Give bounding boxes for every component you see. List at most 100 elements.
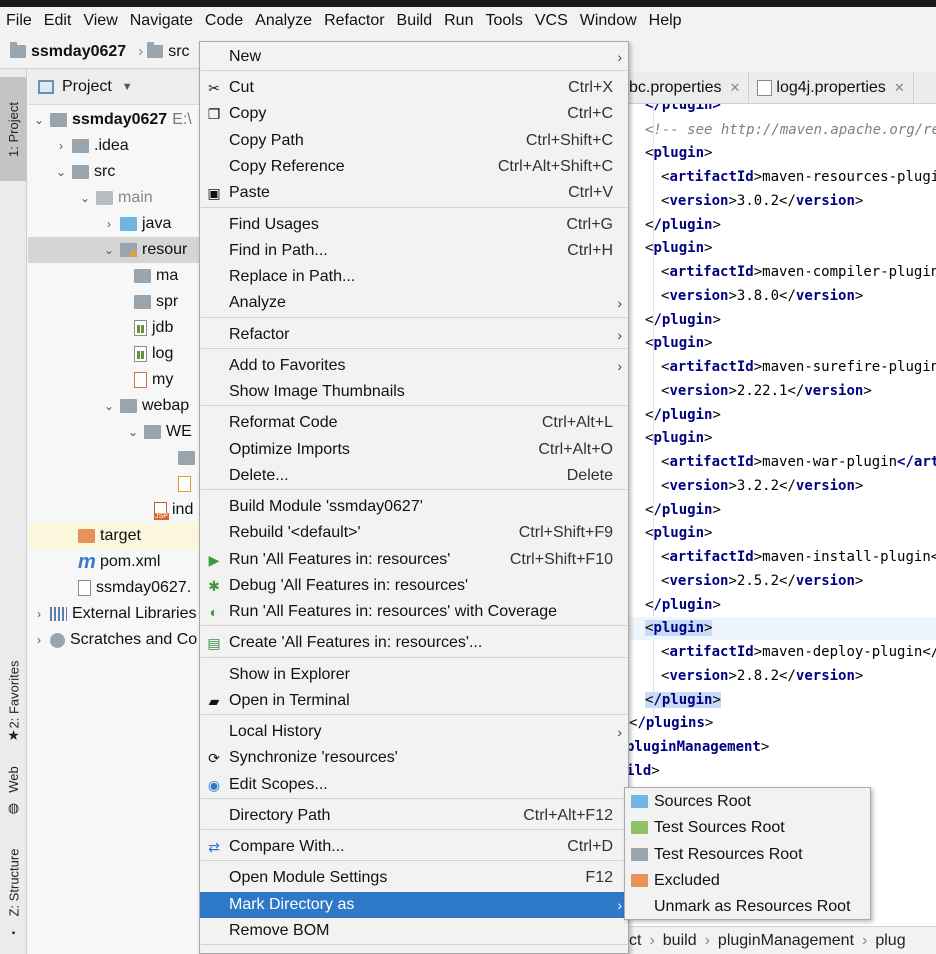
tab-jdbc-properties[interactable]: bc.properties ✕: [629, 71, 750, 104]
tree-item-web-xml[interactable]: [28, 471, 200, 497]
menu-edit[interactable]: Edit: [38, 7, 78, 35]
menu-item-optimize-imports[interactable]: Optimize Imports Ctrl+Alt+O: [200, 437, 628, 463]
tree-item-resources[interactable]: ⌄ resour: [28, 237, 200, 263]
menu-item-rebuild-default[interactable]: Rebuild '<default>' Ctrl+Shift+F9: [200, 520, 628, 546]
menu-item-excluded[interactable]: Excluded: [625, 868, 870, 894]
tree-item-iml[interactable]: ssmday0627.: [28, 575, 200, 601]
menu-item-paste[interactable]: ▣ Paste Ctrl+V: [200, 180, 628, 206]
menu-item-run-all-features-in-resources-with-coverage[interactable]: ◐ Run 'All Features in: resources' with C…: [200, 599, 628, 625]
tree-item-external-libraries[interactable]: › External Libraries: [28, 601, 200, 627]
menu-item-mark-directory-as[interactable]: Mark Directory as ›: [200, 892, 628, 918]
menu-item-copy-path[interactable]: Copy Path Ctrl+Shift+C: [200, 128, 628, 154]
menu-item-open-module-settings[interactable]: Open Module Settings F12: [200, 865, 628, 891]
menu-item-new[interactable]: New ›: [200, 44, 628, 70]
menu-item-local-history[interactable]: Local History ›: [200, 719, 628, 745]
menu-item-find-in-path[interactable]: Find in Path... Ctrl+H: [200, 238, 628, 264]
menu-item-find-usages[interactable]: Find Usages Ctrl+G: [200, 212, 628, 238]
menu-build[interactable]: Build: [391, 7, 439, 35]
chevron-right-icon[interactable]: ›: [102, 217, 116, 231]
breadcrumb-plugins[interactable]: plug: [875, 932, 905, 950]
menu-item-copy[interactable]: ❐ Copy Ctrl+C: [200, 101, 628, 127]
menu-item-reformat-code[interactable]: Reformat Code Ctrl+Alt+L: [200, 410, 628, 436]
menu-item-show-image-thumbnails[interactable]: Show Image Thumbnails: [200, 379, 628, 405]
menu-item-add-to-favorites[interactable]: Add to Favorites ›: [200, 353, 628, 379]
tree-item-webapp[interactable]: ⌄ webap: [28, 393, 200, 419]
menu-item-test-sources-root[interactable]: Test Sources Root: [625, 815, 870, 841]
menu-item-open-in-terminal[interactable]: ▰ Open in Terminal: [200, 688, 628, 714]
menu-item-sources-root[interactable]: Sources Root: [625, 789, 870, 815]
menu-item-synchronize-resources[interactable]: ⟳ Synchronize 'resources': [200, 745, 628, 771]
nav-crumb-src[interactable]: src: [147, 42, 190, 61]
tree-item-src[interactable]: ⌄ src: [28, 159, 200, 185]
menu-item-create-all-features-in-resources[interactable]: ▤ Create 'All Features in: resources'...: [200, 630, 628, 656]
dropdown-arrow-icon[interactable]: ▼: [122, 81, 133, 93]
breadcrumb-build[interactable]: build: [663, 932, 697, 950]
menu-analyze[interactable]: Analyze: [249, 7, 318, 35]
menu-navigate[interactable]: Navigate: [124, 7, 199, 35]
menu-code[interactable]: Code: [199, 7, 249, 35]
breadcrumb-project[interactable]: ct: [629, 932, 641, 950]
menu-item-debug-all-features-in-resources[interactable]: ✱ Debug 'All Features in: resources': [200, 573, 628, 599]
menu-item-show-in-explorer[interactable]: Show in Explorer: [200, 662, 628, 688]
tab-web-tool[interactable]: Web: [0, 759, 27, 799]
tree-item-log[interactable]: log: [28, 341, 200, 367]
breadcrumb-pluginmanagement[interactable]: pluginManagement: [718, 932, 854, 950]
close-icon[interactable]: ✕: [894, 80, 905, 96]
menu-item-test-resources-root[interactable]: Test Resources Root: [625, 842, 870, 868]
menu-item-remove-bom[interactable]: Remove BOM: [200, 918, 628, 944]
menu-refactor[interactable]: Refactor: [318, 7, 390, 35]
chevron-down-icon[interactable]: ⌄: [102, 243, 116, 257]
tree-item-sub-folder[interactable]: [28, 445, 200, 471]
tree-item-idea[interactable]: › .idea: [28, 133, 200, 159]
menu-item-unmark-resources-root[interactable]: Unmark as Resources Root: [625, 894, 870, 920]
chevron-right-icon[interactable]: ›: [32, 633, 46, 647]
menu-item-analyze[interactable]: Analyze ›: [200, 290, 628, 316]
chevron-down-icon[interactable]: ⌄: [32, 113, 46, 127]
menu-run[interactable]: Run: [438, 7, 479, 35]
menu-item-edit-scopes[interactable]: ◉ Edit Scopes...: [200, 772, 628, 798]
tree-item-my[interactable]: my: [28, 367, 200, 393]
tab-log4j-properties[interactable]: log4j.properties ✕: [749, 71, 914, 104]
tree-item-ma[interactable]: ma: [28, 263, 200, 289]
chevron-right-icon[interactable]: ›: [32, 607, 46, 621]
menu-item-compare-with[interactable]: ⇄ Compare With... Ctrl+D: [200, 834, 628, 860]
tree-item-webinf[interactable]: ⌄ WE: [28, 419, 200, 445]
menu-item-delete[interactable]: Delete... Delete: [200, 463, 628, 489]
menu-item-label: Edit Scopes...: [229, 776, 328, 793]
tree-item-jdb[interactable]: jdb: [28, 315, 200, 341]
tree-item-pom[interactable]: m pom.xml: [28, 549, 200, 575]
menu-item-refactor[interactable]: Refactor ›: [200, 322, 628, 348]
ide-window: File Edit View Navigate Code Analyze Ref…: [0, 0, 936, 954]
chevron-down-icon[interactable]: ⌄: [126, 425, 140, 439]
tree-item-scratches[interactable]: › Scratches and Co: [28, 627, 200, 653]
chevron-down-icon[interactable]: ⌄: [78, 191, 92, 205]
menu-item-replace-in-path[interactable]: Replace in Path...: [200, 264, 628, 290]
menu-item-run-all-features-in-resources[interactable]: ▶ Run 'All Features in: resources' Ctrl+Sh…: [200, 547, 628, 573]
menu-vcs[interactable]: VCS: [529, 7, 574, 35]
menu-item-cut[interactable]: ✂ Cut Ctrl+X: [200, 75, 628, 101]
menu-item-shortcut: Ctrl+Shift+C: [525, 132, 613, 149]
tree-item-index-jsp[interactable]: ind: [28, 497, 200, 523]
tree-item-spr[interactable]: spr: [28, 289, 200, 315]
menu-item-build-module-ssmday0627[interactable]: Build Module 'ssmday0627': [200, 494, 628, 520]
tree-item-root[interactable]: ⌄ ssmday0627 E:\: [28, 107, 200, 133]
menu-file[interactable]: File: [0, 7, 38, 35]
chevron-down-icon[interactable]: ⌄: [54, 165, 68, 179]
tab-structure-tool[interactable]: Z: Structure: [0, 837, 27, 927]
chevron-down-icon[interactable]: ⌄: [102, 399, 116, 413]
menu-window[interactable]: Window: [574, 7, 643, 35]
chevron-right-icon[interactable]: ›: [54, 139, 68, 153]
menu-item-copy-reference[interactable]: Copy Reference Ctrl+Alt+Shift+C: [200, 154, 628, 180]
tree-item-target[interactable]: target: [28, 523, 200, 549]
tree-item-java[interactable]: › java: [28, 211, 200, 237]
project-panel-header[interactable]: Project ▼: [28, 69, 200, 105]
tree-item-main[interactable]: ⌄ main: [28, 185, 200, 211]
close-icon[interactable]: ✕: [730, 80, 741, 96]
menu-item-directory-path[interactable]: Directory Path Ctrl+Alt+F12: [200, 803, 628, 829]
menu-view[interactable]: View: [77, 7, 123, 35]
nav-crumb-project[interactable]: ssmday0627: [10, 42, 126, 61]
debug-icon: ✱: [208, 577, 220, 594]
tab-project-tool[interactable]: 1: Project: [0, 77, 27, 181]
menu-tools[interactable]: Tools: [479, 7, 528, 35]
menu-help[interactable]: Help: [643, 7, 688, 35]
